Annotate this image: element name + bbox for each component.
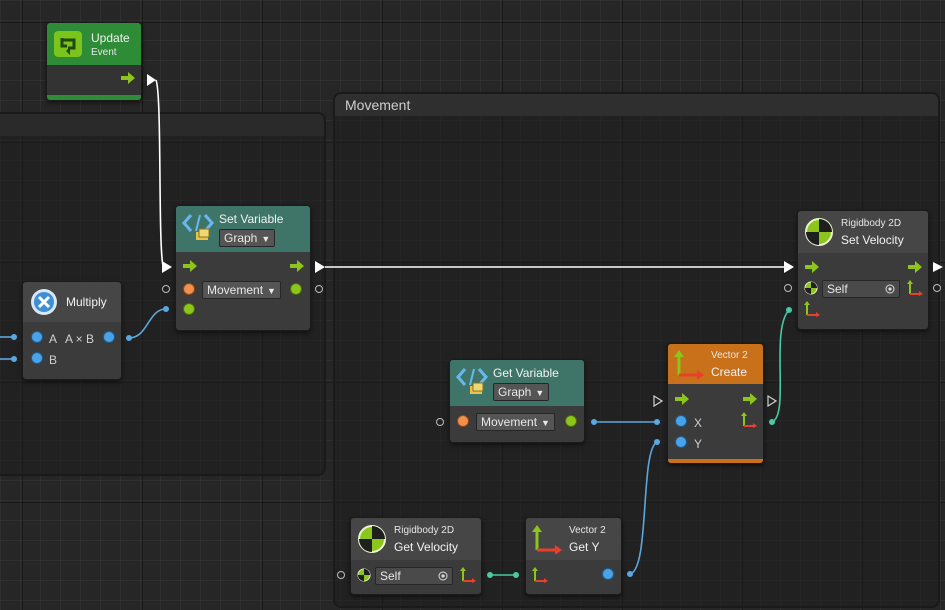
set-variable-value-port[interactable] (183, 303, 195, 315)
get-variable-scope-dropdown[interactable]: Graph ▼ (493, 383, 550, 401)
vector2-create-node[interactable]: Vector 2 Create X Y (667, 343, 764, 464)
rigidbody2d-set-velocity-node[interactable]: Rigidbody 2D Set Velocity Self (797, 210, 929, 330)
rigidbody-circle-icon (358, 525, 386, 553)
vector2-create-node-header[interactable]: Vector 2 Create (668, 344, 763, 384)
update-event-node[interactable]: Update Event (46, 22, 142, 101)
flow-in-arrow-icon[interactable] (183, 260, 197, 272)
set-velocity-category: Rigidbody 2D (841, 218, 902, 229)
loop-event-icon (54, 31, 82, 57)
code-brackets-icon (456, 368, 488, 394)
vector2-create-y-label: Y (694, 437, 703, 451)
vector-input-port-icon[interactable] (532, 567, 548, 583)
code-brackets-icon (182, 214, 214, 240)
multiply-input-b-label: B (49, 353, 58, 367)
value-edge-multiply-to-set-variable (128, 308, 167, 339)
flow-in-arrow-icon[interactable] (675, 393, 689, 405)
set-variable-name-port[interactable] (183, 283, 195, 295)
vector-axes-icon (532, 525, 562, 554)
vector2-create-title: Create (711, 365, 748, 379)
rigidbody2d-get-velocity-node[interactable]: Rigidbody 2D Get Velocity Self (350, 517, 482, 595)
get-velocity-target-field[interactable]: Self (375, 567, 453, 585)
multiply-x-icon (31, 289, 57, 315)
multiply-output-port[interactable] (103, 331, 115, 343)
multiply-output-label: A × B (65, 332, 95, 346)
rigidbody-target-port-icon[interactable] (804, 281, 818, 295)
vector-output-icon[interactable] (460, 567, 476, 583)
update-node-subtitle: Event (91, 47, 117, 58)
get-variable-name-connector[interactable] (436, 418, 444, 426)
set-variable-output-connector[interactable] (315, 285, 323, 293)
vector2-create-category: Vector 2 (711, 350, 748, 361)
multiply-node-header[interactable]: Multiply (23, 282, 121, 322)
vector2-create-x-label: X (694, 416, 703, 430)
set-velocity-target-connector[interactable] (784, 284, 792, 292)
flow-arrow-set-variable-in (162, 261, 172, 273)
set-velocity-target-field[interactable]: Self (822, 280, 900, 298)
set-variable-node[interactable]: Set Variable Graph ▼ Movement ▼ (175, 205, 311, 331)
set-variable-name-connector[interactable] (162, 285, 170, 293)
get-velocity-category: Rigidbody 2D (394, 525, 455, 536)
object-picker-icon[interactable] (438, 571, 448, 581)
set-velocity-title: Set Velocity (841, 233, 904, 247)
get-variable-output-port[interactable] (565, 415, 577, 427)
flow-arrow-set-velocity-in (784, 261, 794, 273)
get-velocity-target-connector[interactable] (337, 571, 345, 579)
vector-output-icon[interactable] (907, 280, 923, 296)
get-variable-name-dropdown[interactable]: Movement ▼ (476, 413, 555, 431)
get-velocity-title: Get Velocity (394, 540, 459, 554)
vector2-create-flow-out-connector[interactable] (767, 395, 777, 407)
set-variable-name-dropdown[interactable]: Movement ▼ (202, 281, 281, 299)
flow-edge-update-to-set-variable (155, 79, 164, 267)
vector2-get-y-node[interactable]: Vector 2 Get Y (525, 517, 622, 595)
flow-in-arrow-icon[interactable] (805, 261, 819, 273)
object-picker-icon[interactable] (885, 284, 895, 294)
get-y-output-port[interactable] (602, 568, 614, 580)
get-y-category: Vector 2 (569, 525, 606, 536)
multiply-input-b-port[interactable] (31, 352, 43, 364)
velocity-input-port-icon[interactable] (804, 301, 820, 317)
set-velocity-output-connector[interactable] (933, 284, 941, 292)
flow-out-arrow-icon[interactable] (743, 393, 757, 405)
update-node-header[interactable]: Update Event (47, 23, 141, 65)
update-node-title: Update (91, 31, 130, 45)
vector2-create-y-port[interactable] (675, 436, 687, 448)
get-variable-name-port[interactable] (457, 415, 469, 427)
flow-out-arrow-icon[interactable] (908, 261, 922, 273)
vector-axes-icon (674, 350, 704, 379)
get-variable-node-header[interactable]: Get Variable Graph ▼ (450, 360, 584, 406)
multiply-node[interactable]: Multiply A A × B B (22, 281, 122, 380)
value-edge-get-y-to-create-y (629, 441, 658, 575)
get-variable-node[interactable]: Get Variable Graph ▼ Movement ▼ (449, 359, 585, 443)
get-y-node-header[interactable]: Vector 2 Get Y (526, 518, 621, 560)
get-variable-node-title: Get Variable (493, 366, 559, 380)
set-variable-node-header[interactable]: Set Variable Graph ▼ (176, 206, 310, 252)
flow-out-arrow-icon[interactable] (290, 260, 304, 272)
multiply-input-a-port[interactable] (31, 331, 43, 343)
set-velocity-node-header[interactable]: Rigidbody 2D Set Velocity (798, 211, 928, 253)
set-variable-node-title: Set Variable (219, 212, 284, 226)
get-velocity-node-header[interactable]: Rigidbody 2D Get Velocity (351, 518, 481, 560)
rigidbody-target-port-icon[interactable] (357, 568, 371, 582)
flow-out-arrow-icon[interactable] (121, 72, 135, 84)
multiply-node-title: Multiply (66, 295, 107, 309)
vector2-create-x-port[interactable] (675, 415, 687, 427)
flow-arrow-set-variable-out (315, 261, 325, 273)
multiply-input-a-label: A (49, 332, 58, 346)
flow-arrow-update-out (147, 74, 156, 86)
set-variable-scope-dropdown[interactable]: Graph ▼ (219, 229, 276, 247)
get-y-title: Get Y (569, 540, 600, 554)
set-variable-output-port[interactable] (290, 283, 302, 295)
rigidbody-circle-icon (805, 218, 833, 246)
vector-output-icon[interactable] (741, 412, 757, 428)
vector2-create-flow-in-connector[interactable] (653, 395, 663, 407)
flow-arrow-set-velocity-out (933, 262, 943, 272)
